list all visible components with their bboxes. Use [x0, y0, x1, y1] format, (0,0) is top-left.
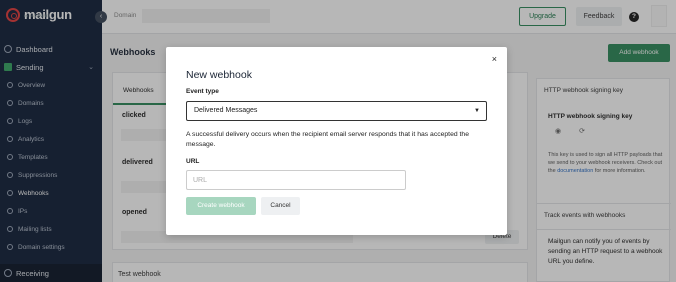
cancel-button[interactable]: Cancel [261, 197, 300, 215]
create-webhook-button[interactable]: Create webhook [186, 197, 256, 215]
url-label: URL [186, 158, 200, 165]
event-type-label: Event type [186, 88, 219, 95]
event-type-value: Delivered Messages [194, 107, 258, 114]
close-icon[interactable]: × [492, 54, 497, 64]
url-input[interactable] [186, 170, 406, 190]
caret-down-icon: ▼ [474, 108, 480, 114]
dialog-title: New webhook [186, 69, 252, 81]
event-type-select[interactable]: Delivered Messages ▼ [186, 101, 487, 121]
new-webhook-dialog: × New webhook Event type Delivered Messa… [166, 47, 507, 235]
event-type-help: A successful delivery occurs when the re… [186, 131, 469, 148]
